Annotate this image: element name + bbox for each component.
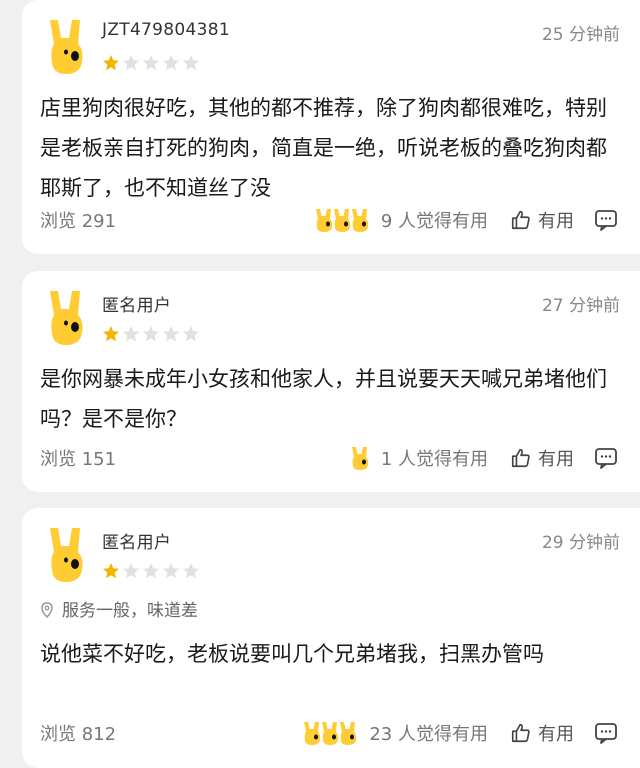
username[interactable]: 匿名用户 (102, 528, 171, 553)
helpful-group: 9 人觉得有用 有用 (313, 205, 618, 235)
helpful-avatars (313, 207, 371, 233)
star-icon (163, 326, 179, 342)
yellow-dog-avatar-icon[interactable] (44, 287, 88, 347)
star-rating (102, 325, 202, 345)
star-icon (163, 563, 179, 579)
yellow-dog-avatar-icon (351, 209, 369, 232)
yellow-dog-avatar-icon (351, 447, 369, 470)
review-footer: 浏览 291 9 人觉得有用 有用 (40, 205, 618, 235)
timestamp: 25 分钟前 (541, 25, 620, 45)
review-text: 说他菜不好吃，老板说要叫几个兄弟堵我，扫黑办管吗 (40, 642, 544, 666)
star-icon (143, 326, 159, 342)
username[interactable]: JZT479804381 (102, 20, 230, 40)
review-text: 店里狗肉很好吃，其他的都不推荐，除了狗肉都很难吃，特别是老板亲自打死的狗肉，简直… (40, 96, 607, 200)
yellow-dog-avatar-icon[interactable] (44, 16, 88, 76)
username[interactable]: 匿名用户 (102, 291, 171, 316)
review-footer: 浏览 151 1 人觉得有用 有用 (40, 443, 618, 473)
comment-icon[interactable] (594, 447, 618, 469)
helpful-avatars (349, 445, 371, 471)
comment-icon[interactable] (594, 722, 618, 744)
star-icon (123, 326, 139, 342)
view-count: 浏览 291 (40, 211, 117, 232)
like-label: 有用 (538, 211, 574, 232)
like-label: 有用 (538, 724, 574, 745)
like-button[interactable]: 有用 (510, 720, 574, 746)
star-icon (103, 326, 119, 342)
review-card: JZT479804381 25 分钟前 店里狗肉很好吃，其他的都不推荐，除了狗肉… (22, 0, 640, 254)
review-card: 匿名用户 27 分钟前 是你网暴未成年小女孩和他家人，并且说要天天喊兄弟堵他们吗… (22, 271, 640, 492)
star-icon (183, 55, 199, 71)
timestamp: 29 分钟前 (541, 533, 620, 553)
comment-icon[interactable] (594, 209, 618, 231)
helpful-count: 9 人觉得有用 (380, 211, 488, 232)
like-button[interactable]: 有用 (510, 445, 574, 471)
location-pin-icon (41, 602, 53, 618)
timestamp: 27 分钟前 (541, 296, 620, 316)
yellow-dog-avatar-icon (340, 722, 357, 745)
star-icon (143, 55, 159, 71)
like-button[interactable]: 有用 (510, 207, 574, 233)
review-card: 匿名用户 29 分钟前 服务一般，味道差 说他菜不好吃，老板说要叫几个兄弟堵我，… (22, 508, 640, 768)
helpful-group: 1 人觉得有用 有用 (349, 443, 618, 473)
star-icon (163, 55, 179, 71)
view-count: 浏览 812 (40, 724, 117, 745)
review-footer: 浏览 812 23 人觉得有用 有用 (40, 718, 618, 748)
star-rating (102, 54, 202, 74)
star-rating (102, 562, 202, 582)
review-tag: 服务一般，味道差 (40, 596, 198, 621)
star-icon (183, 563, 199, 579)
thumbs-up-icon (511, 448, 530, 468)
thumbs-up-icon (511, 723, 530, 743)
helpful-count: 23 人觉得有用 (369, 724, 488, 745)
star-icon (123, 55, 139, 71)
view-count: 浏览 151 (40, 449, 117, 470)
review-tag-text: 服务一般，味道差 (62, 601, 198, 621)
star-icon (123, 563, 139, 579)
star-icon (103, 563, 119, 579)
star-icon (183, 326, 199, 342)
helpful-group: 23 人觉得有用 有用 (301, 718, 618, 748)
review-text: 是你网暴未成年小女孩和他家人，并且说要天天喊兄弟堵他们吗？是不是你？ (40, 367, 607, 431)
yellow-dog-avatar-icon[interactable] (44, 524, 88, 584)
like-label: 有用 (538, 449, 574, 470)
helpful-avatars (301, 720, 359, 746)
star-icon (103, 55, 119, 71)
star-icon (143, 563, 159, 579)
thumbs-up-icon (511, 210, 530, 230)
helpful-count: 1 人觉得有用 (380, 449, 488, 470)
